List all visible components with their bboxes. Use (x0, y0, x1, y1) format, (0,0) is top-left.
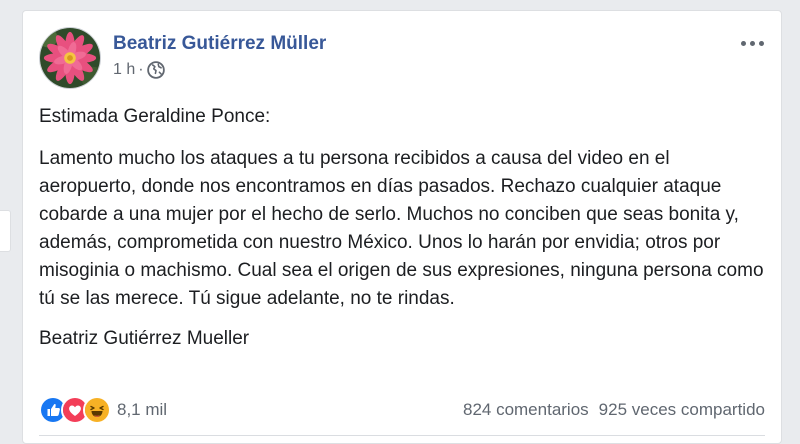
post-stats: 824 comentarios 925 veces compartido (463, 400, 765, 420)
post-body: Estimada Geraldine Ponce: Lamento mucho … (39, 103, 769, 353)
post-meta: 1 h · (113, 61, 165, 79)
post-footer: 8,1 mil 824 comentarios 925 veces compar… (39, 395, 765, 425)
globe-icon[interactable] (146, 61, 165, 79)
post-header: Beatriz Gutiérrez Müller 1 h · (39, 27, 769, 89)
reaction-count: 8,1 mil (117, 400, 168, 419)
avatar-flower-image (40, 28, 100, 88)
haha-icon (83, 396, 111, 424)
author-name[interactable]: Beatriz Gutiérrez Müller (113, 33, 326, 55)
reactions-summary[interactable]: 8,1 mil (39, 396, 167, 424)
comments-count-link[interactable]: 824 comentarios (463, 400, 589, 420)
post-card: Beatriz Gutiérrez Müller 1 h · Estimada … (22, 10, 782, 444)
post-time[interactable]: 1 h (113, 61, 135, 79)
post-greeting: Estimada Geraldine Ponce: (39, 106, 271, 127)
avatar[interactable] (39, 27, 101, 89)
footer-divider (39, 435, 765, 436)
meta-separator: · (138, 61, 144, 78)
post-signature: Beatriz Gutiérrez Mueller (39, 328, 250, 349)
post-text: Lamento mucho los ataques a tu persona r… (39, 148, 764, 309)
left-edge-panel (0, 210, 11, 252)
shares-count-link[interactable]: 925 veces compartido (599, 400, 765, 420)
more-options-icon[interactable] (737, 33, 767, 53)
reaction-icons (39, 396, 111, 424)
